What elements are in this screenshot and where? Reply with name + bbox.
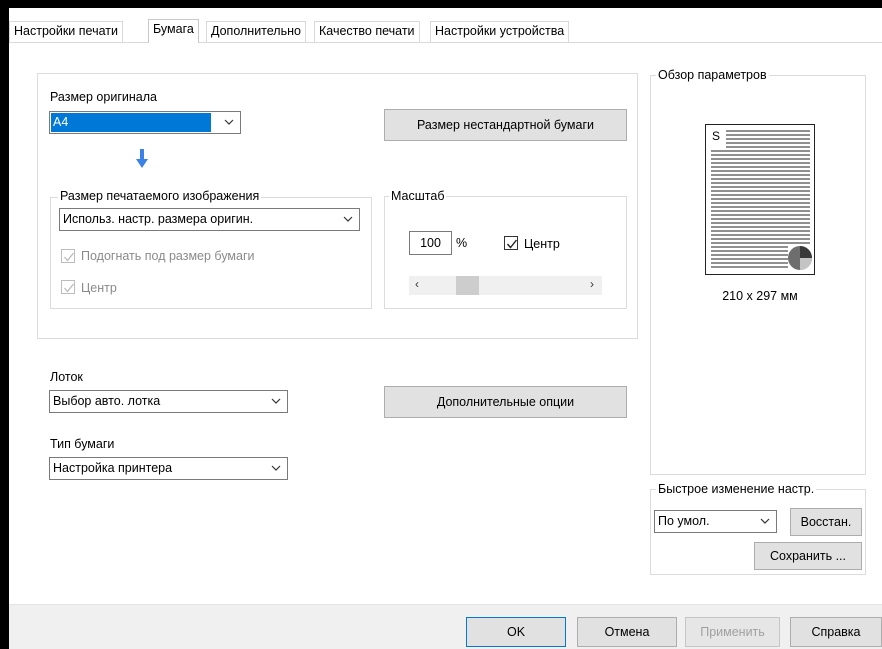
tray-label: Лоток xyxy=(50,370,83,384)
chevron-down-icon xyxy=(343,216,353,222)
check-icon xyxy=(64,252,75,262)
print-image-size-value: Использ. настр. размера оригин. xyxy=(63,212,254,226)
page-preview: S xyxy=(705,124,815,275)
chevron-down-icon xyxy=(224,119,234,125)
help-button[interactable]: Справка xyxy=(790,617,882,647)
print-image-size-select[interactable]: Использ. настр. размера оригин. xyxy=(59,208,360,231)
scrollbar-thumb[interactable] xyxy=(456,276,479,295)
chevron-down-icon xyxy=(760,518,770,524)
paper-type-value: Настройка принтера xyxy=(53,461,173,475)
scale-legend: Масштаб xyxy=(389,189,447,203)
window-top-edge xyxy=(0,0,882,8)
original-size-label: Размер оригинала xyxy=(50,90,157,104)
scale-center-label: Центр xyxy=(524,237,560,251)
scale-unit: % xyxy=(456,236,468,250)
scale-center-checkbox[interactable] xyxy=(504,236,518,250)
preview-legend: Обзор параметров xyxy=(656,68,769,82)
arrow-down-icon xyxy=(136,149,148,168)
paper-type-select[interactable]: Настройка принтера xyxy=(49,457,288,480)
save-settings-button[interactable]: Сохранить ... xyxy=(754,542,862,570)
paper-type-label: Тип бумаги xyxy=(50,437,115,451)
apply-button[interactable]: Применить xyxy=(685,617,780,647)
quick-settings-value: По умол. xyxy=(658,514,710,528)
tab-bar: Настройки печати Бумага Дополнительно Ка… xyxy=(9,8,882,44)
image-center-checkbox[interactable] xyxy=(61,280,75,294)
tab-advanced[interactable]: Дополнительно xyxy=(206,21,306,42)
scroll-left-icon[interactable]: ‹ xyxy=(415,277,419,291)
fit-to-paper-checkbox[interactable] xyxy=(61,249,75,263)
chevron-down-icon xyxy=(271,398,281,404)
custom-paper-size-button[interactable]: Размер нестандартной бумаги xyxy=(384,109,627,141)
tab-divider xyxy=(9,42,882,43)
page-lines-graphic xyxy=(711,130,812,270)
original-size-select[interactable]: A4 xyxy=(49,111,241,134)
check-icon xyxy=(506,239,518,249)
restore-button[interactable]: Восстан. xyxy=(790,508,862,536)
quick-settings-legend: Быстрое изменение настр. xyxy=(656,482,817,496)
cancel-button[interactable]: Отмена xyxy=(577,617,677,647)
quick-settings-select[interactable]: По умол. xyxy=(654,510,777,533)
additional-options-button[interactable]: Дополнительные опции xyxy=(384,386,627,418)
tray-value: Выбор авто. лотка xyxy=(53,394,161,408)
scale-input[interactable]: 100 xyxy=(409,231,452,255)
print-image-size-legend: Размер печатаемого изображения xyxy=(58,189,262,203)
paper-size-text: 210 x 297 мм xyxy=(722,289,798,303)
scroll-right-icon[interactable]: › xyxy=(590,277,594,291)
tab-print-quality[interactable]: Качество печати xyxy=(314,21,420,42)
window-left-edge xyxy=(0,0,9,649)
fit-to-paper-label: Подогнать под размер бумаги xyxy=(81,249,255,263)
tray-select[interactable]: Выбор авто. лотка xyxy=(49,390,288,413)
ok-button[interactable]: OK xyxy=(466,617,566,647)
original-size-value: A4 xyxy=(51,113,211,132)
scale-scrollbar[interactable]: ‹ › xyxy=(409,276,602,295)
tab-paper[interactable]: Бумага xyxy=(148,19,199,43)
check-icon xyxy=(64,283,75,293)
chevron-down-icon xyxy=(271,465,281,471)
tab-device-settings[interactable]: Настройки устройства xyxy=(430,21,570,42)
image-center-label: Центр xyxy=(81,281,117,295)
tab-print-settings[interactable]: Настройки печати xyxy=(9,21,123,42)
